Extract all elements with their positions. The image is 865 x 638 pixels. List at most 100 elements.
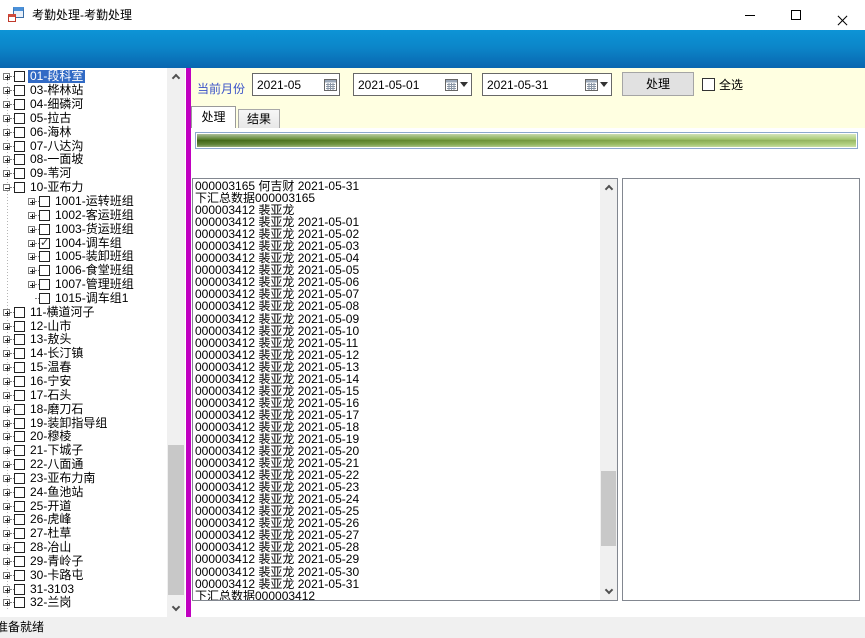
log-scrollbar[interactable] bbox=[600, 179, 617, 600]
calendar-icon[interactable] bbox=[445, 79, 458, 91]
month-picker[interactable]: 2021-05 bbox=[252, 73, 340, 96]
tree-checkbox[interactable] bbox=[14, 307, 25, 318]
tree-expander-icon[interactable] bbox=[3, 406, 10, 413]
tree-item[interactable]: 14-长汀镇 bbox=[0, 347, 166, 361]
tree-item[interactable]: 18-磨刀石 bbox=[0, 402, 166, 416]
tree-item-label[interactable]: 1005-装卸班组 bbox=[53, 250, 136, 263]
tree-checkbox[interactable] bbox=[14, 501, 25, 512]
tree-item[interactable]: 07-八达沟 bbox=[0, 139, 166, 153]
tree-expander-icon[interactable] bbox=[3, 87, 10, 94]
tree-item[interactable]: 1015-调车组1 bbox=[0, 292, 166, 306]
tree-checkbox[interactable] bbox=[14, 570, 25, 581]
tree-item[interactable]: 06-海林 bbox=[0, 125, 166, 139]
tree-item[interactable]: 12-山市 bbox=[0, 319, 166, 333]
tree-checkbox[interactable] bbox=[39, 293, 50, 304]
tree-item[interactable]: 25-开道 bbox=[0, 499, 166, 513]
scroll-down-button[interactable] bbox=[600, 583, 617, 600]
scroll-thumb[interactable] bbox=[601, 471, 616, 546]
tree-item-label[interactable]: 29-青岭子 bbox=[28, 555, 85, 568]
tree-item-label[interactable]: 16-宁安 bbox=[28, 375, 73, 388]
calendar-icon[interactable] bbox=[585, 79, 598, 91]
tree-item-label[interactable]: 14-长汀镇 bbox=[28, 347, 85, 360]
tree-item[interactable]: 1003-货运班组 bbox=[0, 222, 166, 236]
tree-expander-icon[interactable] bbox=[3, 558, 10, 565]
app-icon[interactable] bbox=[8, 7, 24, 23]
tree-item-label[interactable]: 25-开道 bbox=[28, 500, 73, 513]
tree-checkbox[interactable] bbox=[14, 459, 25, 470]
end-date-picker[interactable]: 2021-05-31 bbox=[482, 73, 612, 96]
tree-item-label[interactable]: 04-细磷河 bbox=[28, 98, 85, 111]
tree-checkbox[interactable] bbox=[14, 445, 25, 456]
select-all-label[interactable]: 全选 bbox=[719, 76, 743, 93]
tree-expander-icon[interactable] bbox=[3, 143, 10, 150]
tree-item-label[interactable]: 24-鱼池站 bbox=[28, 486, 85, 499]
tree-expander-icon[interactable] bbox=[3, 115, 10, 122]
tree-checkbox[interactable] bbox=[14, 141, 25, 152]
tree-expander-icon[interactable] bbox=[3, 364, 10, 371]
tree-checkbox[interactable] bbox=[14, 528, 25, 539]
tree-expander-icon[interactable] bbox=[3, 489, 10, 496]
tree-checkbox[interactable] bbox=[39, 210, 50, 221]
dropdown-arrow-icon[interactable] bbox=[460, 82, 468, 87]
tree-checkbox[interactable] bbox=[14, 99, 25, 110]
tree-item-label[interactable]: 1007-管理班组 bbox=[53, 278, 136, 291]
tree-item-label[interactable]: 1015-调车组1 bbox=[53, 292, 130, 305]
scroll-up-button[interactable] bbox=[167, 68, 185, 85]
tree-item-label[interactable]: 19-装卸指导组 bbox=[28, 417, 109, 430]
tree-expander-icon[interactable] bbox=[28, 240, 35, 247]
tree-expander-icon[interactable] bbox=[28, 253, 35, 260]
tree-item-label[interactable]: 22-八面通 bbox=[28, 458, 85, 471]
tree-item[interactable]: 15-温春 bbox=[0, 361, 166, 375]
tree-expander-icon[interactable] bbox=[3, 503, 10, 510]
tree-item-label[interactable]: 30-卡路屯 bbox=[28, 569, 85, 582]
tree-expander-icon[interactable] bbox=[3, 544, 10, 551]
tree-item[interactable]: 32-兰岗 bbox=[0, 596, 166, 610]
select-all-checkbox[interactable] bbox=[702, 78, 715, 91]
tree-checkbox[interactable] bbox=[14, 376, 25, 387]
tree-expander-icon[interactable] bbox=[3, 350, 10, 357]
tree-item-label[interactable]: 32-兰岗 bbox=[28, 596, 73, 609]
tree-item-label[interactable]: 11-横道河子 bbox=[28, 306, 96, 319]
tree-expander-icon[interactable] bbox=[3, 156, 10, 163]
tree-checkbox[interactable] bbox=[14, 431, 25, 442]
tree-expander-icon[interactable] bbox=[3, 73, 10, 80]
tree-item-label[interactable]: 18-磨刀石 bbox=[28, 403, 85, 416]
tree-expander-icon[interactable] bbox=[3, 101, 10, 108]
tree-item[interactable]: 21-下城子 bbox=[0, 444, 166, 458]
tree-expander-icon[interactable] bbox=[3, 461, 10, 468]
scroll-thumb[interactable] bbox=[168, 445, 184, 595]
tree-item[interactable]: 19-装卸指导组 bbox=[0, 416, 166, 430]
minimize-button[interactable] bbox=[727, 0, 773, 30]
scroll-down-button[interactable] bbox=[167, 600, 185, 617]
start-date-picker[interactable]: 2021-05-01 bbox=[353, 73, 472, 96]
tree-item[interactable]: 1006-食堂班组 bbox=[0, 264, 166, 278]
tree-expander-icon[interactable] bbox=[28, 212, 35, 219]
tree-checkbox[interactable] bbox=[14, 584, 25, 595]
tree-item[interactable]: 30-卡路屯 bbox=[0, 568, 166, 582]
tree-expander-icon[interactable] bbox=[3, 129, 10, 136]
tree-checkbox[interactable] bbox=[14, 85, 25, 96]
tree-checkbox[interactable] bbox=[14, 390, 25, 401]
tree-checkbox[interactable] bbox=[14, 542, 25, 553]
tree-expander-icon[interactable] bbox=[3, 170, 10, 177]
tree-item[interactable]: 26-虎峰 bbox=[0, 513, 166, 527]
tree-item-label[interactable]: 12-山市 bbox=[28, 320, 73, 333]
tree-checkbox[interactable] bbox=[14, 182, 25, 193]
tree-expander-icon[interactable] bbox=[3, 447, 10, 454]
tree-item-label[interactable]: 17-石头 bbox=[28, 389, 73, 402]
process-log-list[interactable]: 000003165 何吉财 2021-05-31下汇总数据00000316500… bbox=[192, 178, 618, 601]
tree-expander-icon[interactable] bbox=[3, 475, 10, 482]
tree-checkbox[interactable] bbox=[14, 71, 25, 82]
tree-item-label[interactable]: 31-3103 bbox=[28, 583, 76, 596]
tree-item-label[interactable]: 03-桦林站 bbox=[28, 84, 85, 97]
tree-item-label[interactable]: 28-冶山 bbox=[28, 541, 73, 554]
tree-item-label[interactable]: 07-八达沟 bbox=[28, 140, 85, 153]
tree-expander-icon[interactable] bbox=[3, 420, 10, 427]
dropdown-arrow-icon[interactable] bbox=[600, 82, 608, 87]
org-tree[interactable]: 01-段科室 03-桦林站 04-细磷河 bbox=[0, 68, 186, 617]
tree-expander-icon[interactable] bbox=[3, 586, 10, 593]
tree-checkbox[interactable] bbox=[14, 334, 25, 345]
tree-scrollbar[interactable] bbox=[167, 68, 185, 617]
tree-item[interactable]: 24-鱼池站 bbox=[0, 485, 166, 499]
tree-item-label[interactable]: 01-段科室 bbox=[28, 70, 85, 83]
